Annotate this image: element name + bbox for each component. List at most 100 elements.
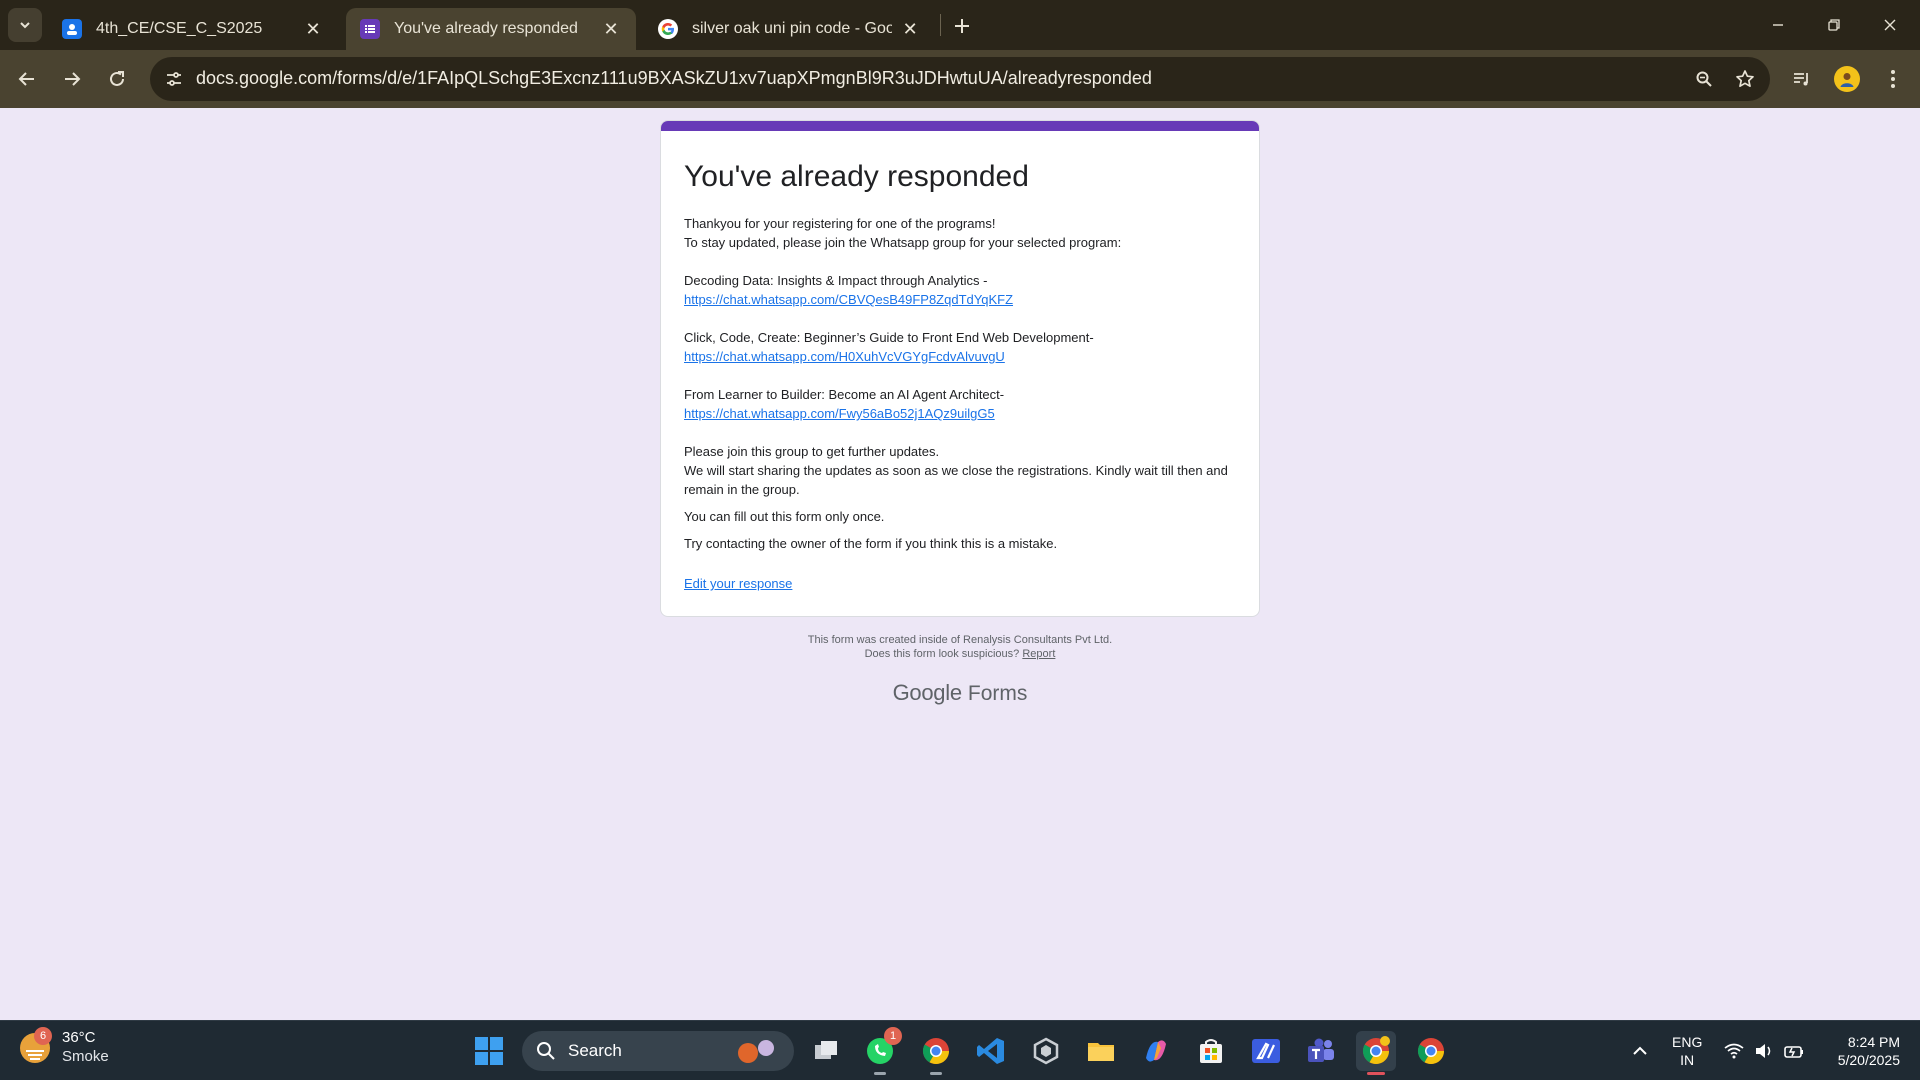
whatsapp-link[interactable]: https://chat.whatsapp.com/CBVQesB49FP8Zq… [684, 292, 1013, 307]
store-icon [1200, 1039, 1222, 1063]
vscode-icon [977, 1038, 1004, 1064]
google-forms-logo[interactable]: Google Forms [660, 680, 1260, 706]
google-wordmark: Google [892, 680, 962, 705]
google-icon [658, 19, 678, 39]
tab-classroom[interactable]: 4th_CE/CSE_C_S2025 ✕ [48, 8, 338, 50]
chrome-app-active[interactable] [1356, 1031, 1396, 1075]
folder-icon [1088, 1043, 1114, 1061]
show-hidden-icons-button[interactable] [1628, 1039, 1652, 1063]
chevron-down-icon [20, 22, 30, 29]
whatsapp-link[interactable]: https://chat.whatsapp.com/Fwy56aBo52j1AQ… [684, 406, 995, 421]
chrome-profile-app[interactable] [916, 1031, 956, 1075]
chrome-menu-button[interactable] [1875, 61, 1911, 97]
outro-line: We will start sharing the updates as soo… [684, 463, 1228, 497]
url-text[interactable]: docs.google.com/forms/d/e/1FAIpQLSchgE3E… [196, 68, 1152, 89]
address-bar[interactable]: docs.google.com/forms/d/e/1FAIpQLSchgE3E… [150, 57, 1770, 101]
teams-app[interactable] [1301, 1031, 1341, 1071]
weather-widget[interactable]: 6 36°C Smoke [20, 1027, 109, 1067]
chevron-up-icon [1633, 1046, 1647, 1055]
haze-icon: 6 [20, 1027, 52, 1063]
confirmation-message: Thankyou for your registering for one of… [684, 214, 1239, 499]
tab-search-button[interactable] [8, 8, 42, 42]
whatsapp-link[interactable]: https://chat.whatsapp.com/H0XuhVcVGYgFcd… [684, 349, 1005, 364]
close-icon[interactable]: ✕ [900, 18, 920, 40]
weather-condition: Smoke [62, 1048, 109, 1065]
contact-note: Try contacting the owner of the form if … [684, 536, 1058, 551]
editor-app[interactable] [1246, 1031, 1286, 1071]
region-code: IN [1680, 1052, 1695, 1068]
battery-icon[interactable] [1782, 1039, 1806, 1063]
wifi-icon[interactable] [1722, 1039, 1746, 1063]
page-title: You've already responded [684, 160, 1029, 193]
close-icon[interactable]: ✕ [600, 18, 622, 40]
taskbar-search[interactable]: Search [522, 1031, 794, 1071]
bookmark-star-icon[interactable] [1733, 67, 1757, 91]
more-vertical-icon [1891, 70, 1895, 88]
form-footer: This form was created inside of Renalysi… [660, 633, 1260, 661]
suspicious-text: Does this form look suspicious? [864, 648, 1020, 660]
report-link[interactable]: Report [1022, 648, 1055, 660]
file-explorer-app[interactable] [1081, 1031, 1121, 1071]
arrow-left-icon [18, 72, 34, 86]
intro-line: To stay updated, please join the Whatsap… [684, 235, 1122, 250]
minimize-button[interactable] [1750, 0, 1806, 50]
edit-response-link[interactable]: Edit your response [684, 576, 792, 591]
back-button[interactable] [9, 61, 45, 97]
tab-google-search[interactable]: silver oak uni pin code - Google ✕ [644, 8, 934, 50]
pen-app-icon [1252, 1039, 1280, 1063]
volume-icon[interactable] [1752, 1039, 1776, 1063]
language-code: ENG [1672, 1034, 1703, 1050]
unity-app[interactable] [1026, 1031, 1066, 1071]
once-note: You can fill out this form only once. [684, 509, 885, 524]
close-icon [1884, 19, 1896, 31]
site-info-icon[interactable] [160, 65, 188, 93]
profile-button[interactable] [1829, 61, 1865, 97]
arrow-right-icon [65, 72, 81, 86]
outro-line: Please join this group to get further up… [684, 444, 940, 459]
close-icon[interactable]: ✕ [302, 18, 324, 40]
creator-note: This form was created inside of Renalysi… [807, 634, 1113, 646]
task-view-button[interactable] [806, 1031, 846, 1071]
microsoft-store-app[interactable] [1191, 1031, 1231, 1071]
google-forms-icon [360, 19, 380, 39]
program-name: Decoding Data: Insights & Impact through… [684, 273, 988, 288]
avatar [1834, 66, 1860, 92]
clock-time: 8:24 PM [1847, 1034, 1900, 1050]
chrome-icon [1417, 1038, 1445, 1065]
system-clock[interactable]: 8:24 PM 5/20/2025 [1820, 1033, 1900, 1069]
reload-button[interactable] [99, 61, 135, 97]
forward-button[interactable] [54, 61, 90, 97]
whatsapp-app[interactable]: 1 [860, 1027, 902, 1075]
tab-title: silver oak uni pin code - Google [692, 20, 893, 37]
close-window-button[interactable] [1862, 0, 1918, 50]
weather-badge: 6 [34, 1027, 52, 1045]
weather-temperature: 36°C [62, 1029, 96, 1046]
clock-date: 5/20/2025 [1837, 1052, 1900, 1068]
tab-title: 4th_CE/CSE_C_S2025 [96, 20, 263, 37]
copilot-icon [1146, 1040, 1166, 1062]
card-accent-bar [661, 121, 1259, 131]
zoom-icon[interactable] [1692, 67, 1716, 91]
vscode-app[interactable] [971, 1031, 1011, 1071]
search-highlight-icon [738, 1040, 774, 1063]
browser-toolbar: docs.google.com/forms/d/e/1FAIpQLSchgE3E… [0, 50, 1920, 108]
chrome-app[interactable] [1411, 1031, 1451, 1071]
tab-forms[interactable]: You've already responded ✕ [346, 8, 636, 50]
forms-wordmark: Forms [967, 682, 1028, 705]
new-tab-button[interactable] [948, 12, 976, 40]
playlist-icon [1794, 73, 1808, 86]
windows-icon [475, 1037, 503, 1065]
program-name: Click, Code, Create: Beginner’s Guide to… [684, 330, 1094, 345]
restore-button[interactable] [1806, 0, 1862, 50]
media-controls-button[interactable] [1784, 61, 1820, 97]
input-language-indicator[interactable]: ENG IN [1672, 1033, 1702, 1069]
plus-icon [955, 19, 969, 33]
tab-strip: 4th_CE/CSE_C_S2025 ✕ You've already resp… [0, 0, 1920, 50]
copilot-app[interactable] [1136, 1031, 1176, 1071]
classroom-icon [62, 19, 82, 39]
response-card: You've already responded Thankyou for yo… [660, 120, 1260, 617]
start-button[interactable] [469, 1031, 509, 1071]
unity-icon [1033, 1037, 1059, 1065]
suspicious-note: Does this form look suspicious? Report [660, 647, 1260, 661]
card-body: You've already responded Thankyou for yo… [684, 157, 1239, 593]
